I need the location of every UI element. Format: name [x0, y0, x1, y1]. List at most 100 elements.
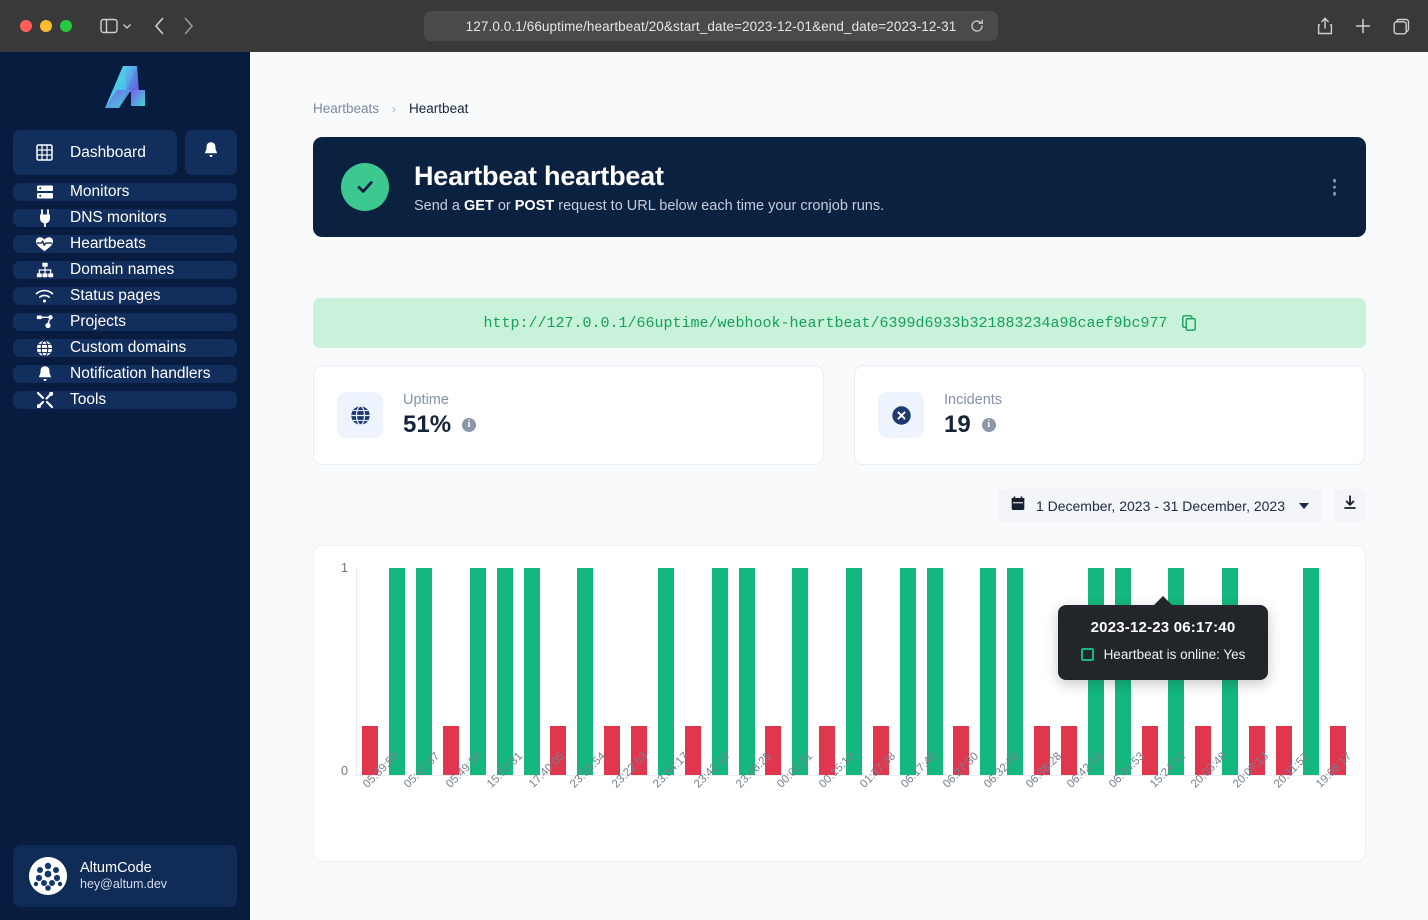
chart-bar[interactable]: [389, 568, 405, 775]
webhook-url-bar: http://127.0.0.1/66uptime/webhook-heartb…: [313, 298, 1366, 348]
globe-icon: [337, 392, 383, 438]
sidebar-item-label: Projects: [70, 313, 126, 331]
sidebar-item-dns-monitors[interactable]: DNS monitors: [13, 209, 237, 227]
chart-bar[interactable]: [497, 568, 513, 775]
page-title: Heartbeat heartbeat: [414, 161, 884, 192]
browser-toolbar: 127.0.0.1/66uptime/heartbeat/20&start_da…: [0, 0, 1428, 52]
close-window-button[interactable]: [20, 20, 32, 32]
stats-row: Uptime 51% i Incidents 19 i: [313, 365, 1365, 465]
sidebar-item-dashboard[interactable]: Dashboard: [13, 130, 177, 175]
sidebar-item-tools[interactable]: Tools: [13, 391, 237, 409]
stat-label: Incidents: [944, 392, 1002, 408]
chart-bar[interactable]: [1303, 568, 1319, 775]
heartbeat-chart-card: 1 0 05:39:5305:47:3705:49:3015:07:3117:4…: [313, 545, 1366, 862]
webhook-url-text: http://127.0.0.1/66uptime/webhook-heartb…: [483, 315, 1167, 332]
sidebar-notifications-button[interactable]: [185, 130, 237, 175]
forward-arrow-icon[interactable]: [183, 17, 194, 35]
sidebar-row-dashboard: Dashboard: [13, 130, 237, 175]
project-diagram-icon: [35, 314, 54, 330]
y-axis-tick-bottom: 0: [341, 764, 348, 778]
breadcrumb-parent-link[interactable]: Heartbeats: [313, 101, 379, 116]
hero-subtitle-suffix: request to URL below each time your cron…: [554, 198, 884, 214]
chevron-down-icon[interactable]: [122, 22, 132, 30]
tooltip-title: 2023-12-23 06:17:40: [1091, 619, 1236, 636]
sidebar-item-label: Status pages: [70, 287, 160, 305]
sidebar-item-monitors[interactable]: Monitors: [13, 183, 237, 201]
sidebar-item-heartbeats[interactable]: Heartbeats: [13, 235, 237, 253]
sidebar-item-label: Heartbeats: [70, 235, 146, 253]
sidebar-user-card[interactable]: AltumCode hey@altum.dev: [13, 845, 237, 907]
bell-icon: [203, 141, 219, 164]
stat-label: Uptime: [403, 392, 476, 408]
chart-bar[interactable]: [416, 568, 432, 775]
chart-bar[interactable]: [980, 568, 996, 775]
chart-plot-area[interactable]: 1 0 05:39:5305:47:3705:49:3015:07:3117:4…: [314, 546, 1367, 863]
chart-bar[interactable]: [524, 568, 540, 775]
sidebar-item-notification-handlers[interactable]: Notification handlers: [13, 365, 237, 383]
stat-card-incidents: Incidents 19 i: [854, 365, 1365, 465]
info-icon[interactable]: i: [982, 418, 996, 432]
chart-bar[interactable]: [577, 568, 593, 775]
sidebar-item-domain-names[interactable]: Domain names: [13, 261, 237, 279]
chart-bar[interactable]: [470, 568, 486, 775]
chart-bar[interactable]: [765, 726, 781, 775]
tools-icon: [35, 391, 54, 409]
chart-bar[interactable]: [1061, 726, 1077, 775]
tab-overview-icon[interactable]: [1393, 18, 1410, 35]
sidebar-item-projects[interactable]: Projects: [13, 313, 237, 331]
sidebar-item-custom-domains[interactable]: Custom domains: [13, 339, 237, 357]
x-circle-icon: [878, 392, 924, 438]
chart-toolbar: 1 December, 2023 - 31 December, 2023: [997, 489, 1366, 522]
maximize-window-button[interactable]: [60, 20, 72, 32]
hero-subtitle: Send a GET or POST request to URL below …: [414, 198, 884, 214]
tooltip-series-swatch: [1081, 648, 1094, 661]
back-arrow-icon[interactable]: [154, 17, 165, 35]
copy-icon[interactable]: [1182, 315, 1196, 331]
window-traffic-lights[interactable]: [20, 20, 72, 32]
sidebar-item-label: Notification handlers: [70, 365, 210, 383]
chart-bar[interactable]: [792, 568, 808, 775]
download-button[interactable]: [1333, 489, 1366, 522]
sidebar: Dashboard Monitors DNS monitors: [0, 52, 250, 920]
reload-icon[interactable]: [970, 19, 984, 33]
sidebar-item-label: DNS monitors: [70, 209, 166, 227]
share-icon[interactable]: [1317, 17, 1333, 35]
app-logo[interactable]: [0, 52, 250, 124]
user-email: hey@altum.dev: [80, 877, 167, 893]
wifi-icon: [35, 289, 54, 303]
chart-bar[interactable]: [712, 568, 728, 775]
hero-subtitle-mid: or: [494, 198, 515, 214]
date-range-picker[interactable]: 1 December, 2023 - 31 December, 2023: [997, 489, 1323, 522]
stat-value: 19: [944, 411, 971, 439]
chart-bar[interactable]: [739, 568, 755, 775]
chart-bar[interactable]: [1142, 726, 1158, 775]
main-content: Heartbeats › Heartbeat Heartbeat heartbe…: [250, 52, 1428, 920]
chevron-down-icon: [1299, 503, 1309, 509]
chart-bar[interactable]: [927, 568, 943, 775]
minimize-window-button[interactable]: [40, 20, 52, 32]
more-vertical-icon[interactable]: [1333, 179, 1337, 196]
address-bar[interactable]: 127.0.0.1/66uptime/heartbeat/20&start_da…: [424, 11, 998, 41]
breadcrumb: Heartbeats › Heartbeat: [313, 101, 468, 116]
chart-tooltip: 2023-12-23 06:17:40 Heartbeat is online:…: [1058, 605, 1268, 680]
chart-bar[interactable]: [685, 726, 701, 775]
x-axis-labels: 05:39:5305:47:3705:49:3015:07:3117:40:05…: [357, 782, 1351, 852]
server-icon: [35, 184, 54, 200]
plus-icon[interactable]: [1355, 18, 1371, 34]
y-axis-tick-top: 1: [341, 561, 348, 575]
chart-bar[interactable]: [604, 726, 620, 775]
sidebar-item-status-pages[interactable]: Status pages: [13, 287, 237, 305]
chart-bar[interactable]: [1007, 568, 1023, 775]
tooltip-series-label: Heartbeat is online: Yes: [1104, 647, 1246, 662]
plug-icon: [35, 209, 54, 227]
chart-bar[interactable]: [658, 568, 674, 775]
user-name: AltumCode: [80, 859, 167, 877]
chart-bar[interactable]: [846, 568, 862, 775]
sidebar-toggle-icon[interactable]: [100, 18, 118, 34]
info-icon[interactable]: i: [462, 418, 476, 432]
breadcrumb-separator-icon: ›: [392, 102, 396, 116]
heartbeat-hero-card: Heartbeat heartbeat Send a GET or POST r…: [313, 137, 1366, 237]
heart-pulse-icon: [35, 236, 54, 252]
date-range-text: 1 December, 2023 - 31 December, 2023: [1036, 498, 1285, 514]
chart-bar[interactable]: [900, 568, 916, 775]
